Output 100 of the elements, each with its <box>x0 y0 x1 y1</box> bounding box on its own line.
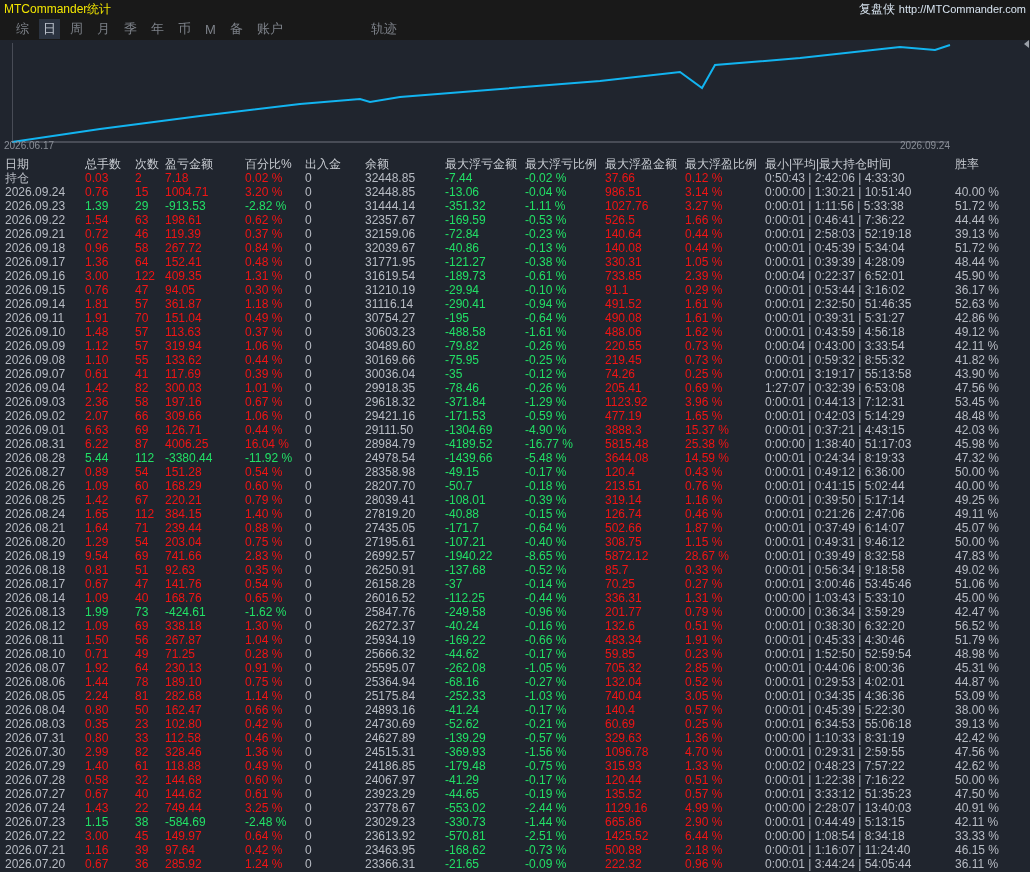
table-cell-text: 0.73 % <box>685 353 724 367</box>
table-cell-text: 0:00:01 | 0:38:30 | 6:32:20 <box>765 619 906 633</box>
tab[interactable]: 备 <box>225 19 247 39</box>
table-cell-text: 112 <box>135 507 156 521</box>
table-cell-text: 2 <box>135 171 143 185</box>
table-cell-text: 2026.09.18 <box>5 241 67 255</box>
table-cell-text: 319.94 <box>165 339 203 353</box>
column-header: 总手数 <box>85 157 122 171</box>
table-cell-text: 0 <box>305 633 313 647</box>
table-cell-text: 0:00:01 | 0:43:59 | 4:56:18 <box>765 325 906 339</box>
table-cell-text: 0 <box>305 311 313 325</box>
table-cell-text: -40.88 <box>445 507 481 521</box>
tab[interactable]: 月 <box>93 19 114 39</box>
table-cell-text: 27819.20 <box>365 507 417 521</box>
table-cell-text: 0:00:01 | 0:45:33 | 4:30:46 <box>765 633 906 647</box>
table-cell-text: 92.63 <box>165 563 197 577</box>
tab[interactable]: 日 <box>39 19 60 39</box>
table-cell-text: 1.99 <box>85 605 110 619</box>
table-cell-text: 2026.08.21 <box>5 521 67 535</box>
table-cell-text: 57 <box>135 339 150 353</box>
table-cell-text: 2.07 <box>85 409 110 423</box>
table-cell-text: -262.08 <box>445 661 487 675</box>
column-header: 盈亏金额 <box>165 157 214 171</box>
table-cell-text: -0.13 % <box>525 241 568 255</box>
table-cell-text: 203.04 <box>165 535 203 549</box>
table-cell-text: 40.91 % <box>955 801 1001 815</box>
table-cell-text: 0.51 % <box>685 773 724 787</box>
table-cell-text: 285.92 <box>165 857 203 871</box>
table-cell-text: 1.65 <box>85 507 110 521</box>
table-cell-text: 2026.09.16 <box>5 269 67 283</box>
table-cell-text: 168.29 <box>165 479 203 493</box>
table-cell-text: 22 <box>135 801 150 815</box>
tab[interactable]: M <box>201 20 220 38</box>
table-cell-text: -1.61 % <box>525 325 568 339</box>
table-cell-text: 1.40 <box>85 759 110 773</box>
table-cell-text: 0 <box>305 479 313 493</box>
table-cell-text: 57 <box>135 297 150 311</box>
table-cell-text: 70 <box>135 311 150 325</box>
table-cell-text: 0.65 % <box>245 591 284 605</box>
table-cell-text: 0 <box>305 185 313 199</box>
table-cell-text: -1.62 % <box>245 605 288 619</box>
table-cell-text: -5.48 % <box>525 451 568 465</box>
table-cell-text: 23613.92 <box>365 829 417 843</box>
table-cell-text: -0.44 % <box>525 591 568 605</box>
table-cell-text: -1940.22 <box>445 549 494 563</box>
table-cell-text: 0.64 % <box>245 829 284 843</box>
collapse-icon[interactable] <box>1024 40 1029 48</box>
table-cell-text: 2026.08.12 <box>5 619 67 633</box>
table-cell-text: -13.06 <box>445 185 481 199</box>
table-cell-text: 6.22 <box>85 437 110 451</box>
table-cell-text: -0.19 % <box>525 787 568 801</box>
table-cell-text: 0.96 <box>85 241 110 255</box>
table-cell-text: 50.00 % <box>955 535 1001 549</box>
tab[interactable]: 综 <box>12 19 33 39</box>
table-cell-text: -0.12 % <box>525 367 568 381</box>
table-cell-text: 2026.07.20 <box>5 857 67 871</box>
table-cell-text: 0 <box>305 171 313 185</box>
table-cell-text: 50.00 % <box>955 773 1001 787</box>
tab[interactable]: 币 <box>174 19 195 39</box>
table-cell-text: 0 <box>305 689 313 703</box>
table-cell-text: 0.76 <box>85 283 110 297</box>
table-cell-text: 2026.08.07 <box>5 661 67 675</box>
table-cell-text: 36 <box>135 857 150 871</box>
table-cell-text: 1425.52 <box>605 829 650 843</box>
table-cell-text: 135.52 <box>605 787 643 801</box>
table-cell-text: -1.44 % <box>525 815 568 829</box>
table-cell-text: 491.52 <box>605 297 643 311</box>
table-cell-text: 42.47 % <box>955 605 1001 619</box>
table-cell-text: 1.06 % <box>245 409 284 423</box>
tab[interactable]: 账户 <box>252 19 287 39</box>
table-cell-text: 82 <box>135 745 150 759</box>
table-cell-text: -139.29 <box>445 731 487 745</box>
table-cell-text: 49.02 % <box>955 563 1001 577</box>
table-cell-text: 1123.92 <box>605 395 649 409</box>
table-cell-text: 87 <box>135 437 150 451</box>
table-cell-text: -424.61 <box>165 605 207 619</box>
table-cell-text: 7.18 <box>165 171 190 185</box>
tab[interactable]: 季 <box>120 19 141 39</box>
table-cell-text: 45.90 % <box>955 269 1001 283</box>
table-cell-text: 0 <box>305 269 313 283</box>
table-cell-text: 0.88 % <box>245 521 284 535</box>
table-cell-text: 28.67 % <box>685 549 731 563</box>
table-cell-text: 0.61 <box>85 367 110 381</box>
table-cell-text: 0.35 % <box>245 563 284 577</box>
table-cell-text: 1.40 % <box>245 507 284 521</box>
table-cell-text: 26016.52 <box>365 591 417 605</box>
tab[interactable]: 周 <box>66 19 87 39</box>
table-cell-text: 733.85 <box>605 269 643 283</box>
table-cell-text: 61 <box>135 759 150 773</box>
table-cell-text: -44.62 <box>445 647 481 661</box>
table-cell-text: 488.06 <box>605 325 643 339</box>
table-cell-text: 0:00:01 | 0:44:06 | 8:00:36 <box>765 661 906 675</box>
table-cell-text: 0.89 <box>85 465 110 479</box>
table-cell-text: 2.83 % <box>245 549 284 563</box>
tab[interactable]: 轨迹 <box>366 19 401 39</box>
table-cell-text: 502.66 <box>605 521 643 535</box>
website-link[interactable]: http://MTCommander.com <box>898 3 1026 15</box>
table-cell-text: 0.44 % <box>245 423 284 437</box>
table-cell-text: 0:00:01 | 0:24:34 | 8:19:33 <box>765 451 906 465</box>
tab[interactable]: 年 <box>147 19 168 39</box>
